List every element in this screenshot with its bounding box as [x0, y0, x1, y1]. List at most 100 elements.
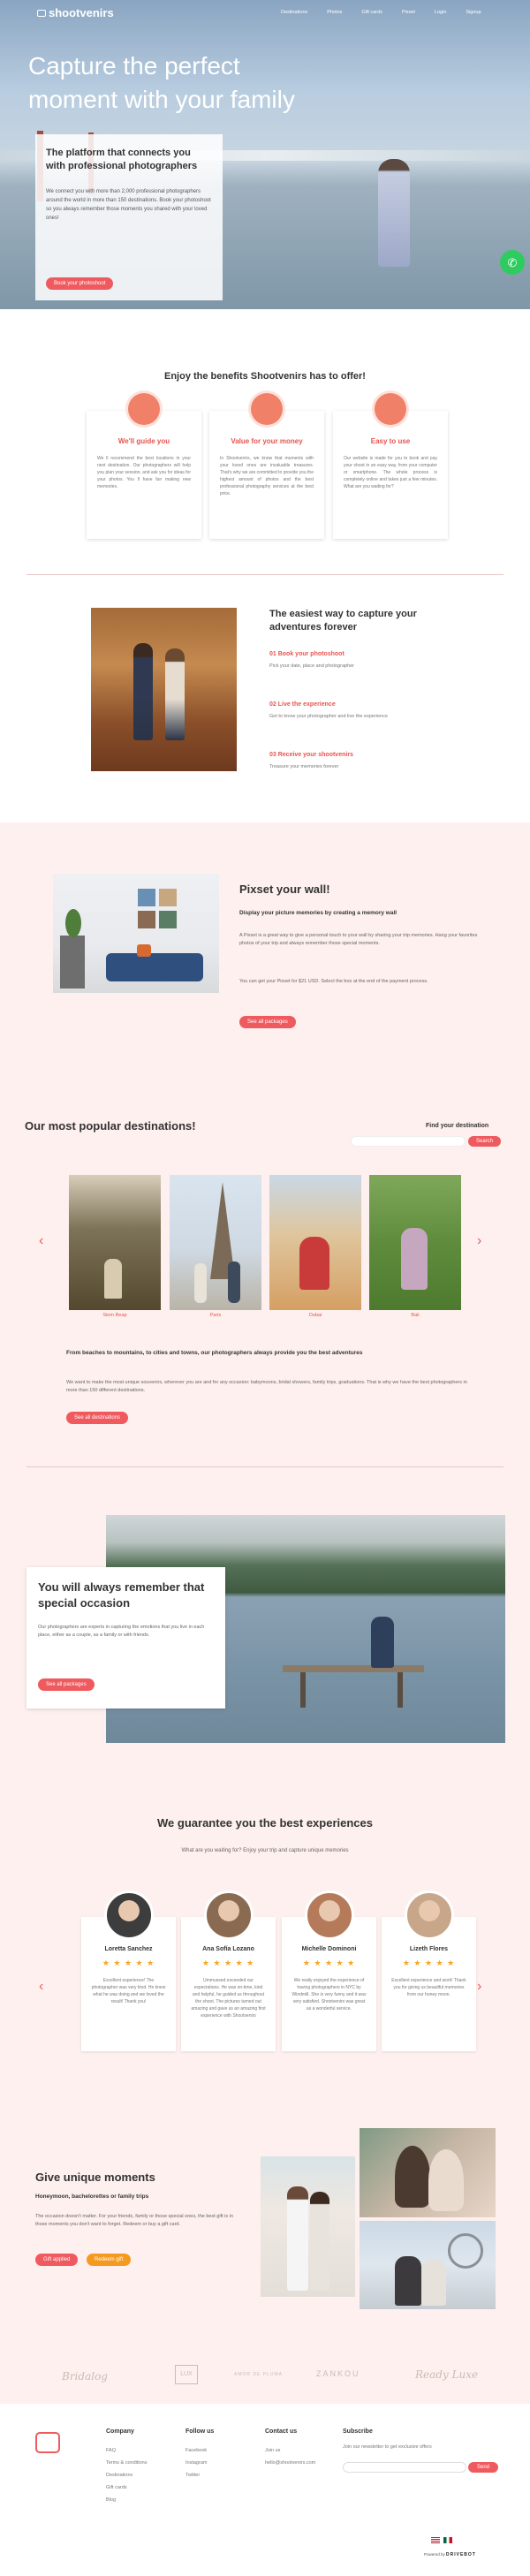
nav-links: Destinations Photos Gift cards Pixset Lo… — [281, 10, 481, 15]
review-text: We really enjoyed the experience of havi… — [292, 1978, 367, 2012]
reviews-next-icon[interactable]: › — [477, 1979, 481, 1995]
newsletter-send-button[interactable]: Send — [468, 2462, 499, 2473]
destination-label-bali[interactable]: Bali — [369, 1313, 461, 1318]
partner-logo-bridalog: Bridalog — [62, 2370, 108, 2383]
destination-search-input[interactable] — [351, 1136, 466, 1147]
hero-card: The platform that connects you with prof… — [35, 134, 223, 300]
nav-gift-cards[interactable]: Gift cards — [361, 10, 382, 15]
reviews-subtitle: What are you waiting for? Enjoy your tri… — [181, 1848, 349, 1853]
phone-icon: ✆ — [507, 255, 518, 269]
footer-follow-link[interactable]: Instagram — [186, 2457, 207, 2469]
newsletter-email-input[interactable] — [343, 2462, 466, 2473]
footer-company-link[interactable]: FAQ — [106, 2444, 147, 2457]
footer-logo-icon[interactable] — [35, 2432, 60, 2453]
whatsapp-button[interactable]: ✆ — [500, 250, 525, 275]
review-card: Michelle Dominoni ★ ★ ★ ★ ★ We really enjo… — [282, 1890, 376, 2051]
benefit-card-text: Our website is made for you to book and … — [344, 456, 437, 489]
occasion-section: You will always remember that special oc… — [0, 1467, 530, 1772]
destinations-section: Our most popular destinations! Find your… — [0, 1079, 530, 1467]
benefit-card: We'll guide you We ll recommend the best … — [87, 393, 201, 539]
gift-section: Give unique moments Honeymoon, bachelore… — [0, 2121, 530, 2351]
destination-card-siem-reap[interactable] — [69, 1175, 161, 1310]
top-nav: shootvenirs Destinations Photos Gift car… — [0, 0, 530, 25]
reviews-prev-icon[interactable]: ‹ — [39, 1979, 43, 1995]
footer-follow-link[interactable]: Facebook — [186, 2444, 207, 2457]
footer-company-link[interactable]: Destinations — [106, 2469, 147, 2481]
footer-contact-link[interactable]: Join us — [265, 2444, 315, 2457]
avatar — [204, 1890, 254, 1940]
nav-destinations[interactable]: Destinations — [281, 10, 307, 15]
footer-follow-title: Follow us — [186, 2428, 215, 2435]
see-all-destinations-button[interactable]: See all destinations — [66, 1412, 129, 1424]
destination-search-button[interactable]: Search — [468, 1136, 502, 1147]
wallet-icon — [251, 393, 283, 425]
benefit-card: Easy to use Our website is made for you t… — [333, 393, 448, 539]
reviewer-name: Loretta Sanchez — [104, 1946, 153, 1952]
benefits-section: Enjoy the benefits Shootvenirs has to of… — [0, 336, 530, 574]
phone-icon — [375, 393, 406, 425]
carousel-next-icon[interactable]: › — [477, 1233, 481, 1249]
gift-applied-button[interactable]: Gift applied — [35, 2254, 79, 2266]
destination-card-paris[interactable] — [170, 1175, 261, 1310]
review-text: Ummussed exceeded our expectations. He w… — [191, 1978, 266, 2019]
page: shootvenirs Destinations Photos Gift car… — [0, 0, 530, 2576]
gift-title: Give unique moments — [35, 2171, 155, 2184]
review-text: Excellent experience and work! Thank you… — [391, 1978, 466, 1997]
footer-subscribe-text: Join our newsletter to get exclusive off… — [343, 2444, 432, 2450]
rating-stars: ★ ★ ★ ★ ★ — [201, 1959, 255, 1967]
step-text: Get to know your photographer and live t… — [269, 714, 388, 719]
occasion-see-all-packages-button[interactable]: See all packages — [38, 1678, 95, 1691]
carousel-prev-icon[interactable]: ‹ — [39, 1233, 43, 1249]
pixset-text-1: A Pixset is a great way to give a person… — [239, 933, 478, 946]
benefit-card: Value for your money In Shootvenirs, we k… — [209, 393, 324, 539]
gift-photo-1 — [261, 2156, 355, 2297]
rating-stars: ★ ★ ★ ★ ★ — [402, 1959, 456, 1967]
see-all-packages-button[interactable]: See all packages — [239, 1016, 296, 1028]
footer: Company FAQ Terms & conditions Destination… — [0, 2404, 530, 2576]
book-photoshoot-button[interactable]: Book your photoshoot — [46, 277, 114, 290]
footer-company-link[interactable]: Blog — [106, 2494, 147, 2506]
step-text: Treasure your memories forever — [269, 764, 339, 769]
powered-by: Powered by DRIVEBOT — [424, 2552, 476, 2557]
footer-contact-title: Contact us — [265, 2428, 298, 2435]
nav-signup[interactable]: Signup — [466, 10, 481, 15]
footer-follow-link[interactable]: Twitter — [186, 2469, 207, 2481]
review-text: Excellent experience! The photographer w… — [91, 1978, 166, 2004]
footer-contact-link[interactable]: hello@shootvenirs.com — [265, 2457, 315, 2469]
gift-subtitle: Honeymoon, bachelorettes or family trips — [35, 2193, 149, 2200]
step-title: 03 Receive your shootvenirs — [269, 752, 353, 758]
logo[interactable]: shootvenirs — [37, 6, 114, 19]
review-card: Lizeth Flores ★ ★ ★ ★ ★ Excellent experien… — [382, 1890, 476, 2051]
gift-photo-2 — [360, 2128, 496, 2217]
language-flags[interactable] — [431, 2537, 452, 2543]
hero: shootvenirs Destinations Photos Gift car… — [0, 0, 530, 309]
destination-card-bali[interactable] — [369, 1175, 461, 1310]
pixset-subtitle: Display your picture memories by creatin… — [239, 910, 398, 916]
footer-company-link[interactable]: Terms & conditions — [106, 2457, 147, 2469]
steps-photo — [91, 608, 237, 771]
nav-pixset[interactable]: Pixset — [402, 10, 415, 15]
destination-label-dubai[interactable]: Dubai — [269, 1313, 361, 1318]
step-title: 01 Book your photoshoot — [269, 651, 344, 657]
rating-stars: ★ ★ ★ ★ ★ — [302, 1959, 356, 1967]
partner-logo-zankou: ZANKOU — [316, 2369, 360, 2378]
destination-label-paris[interactable]: Paris — [170, 1313, 261, 1318]
destination-card-dubai[interactable] — [269, 1175, 361, 1310]
occasion-title: You will always remember that special oc… — [38, 1580, 205, 1610]
benefit-card-text: In Shootvenirs, we know that moments wit… — [220, 456, 314, 496]
redeem-gift-button[interactable]: Redeem gift — [87, 2254, 132, 2266]
destination-label-siem-reap[interactable]: Siem Reap — [69, 1313, 161, 1318]
flag-mx-icon[interactable] — [443, 2537, 452, 2543]
footer-subscribe-title: Subscribe — [343, 2428, 373, 2435]
hero-card-text: We connect you with more than 2,000 prof… — [46, 189, 211, 221]
nav-photos[interactable]: Photos — [327, 10, 342, 15]
flag-us-icon[interactable] — [431, 2537, 440, 2543]
gift-text: The occasion doesn't matter. For your fr… — [35, 2214, 233, 2227]
avatar — [104, 1890, 154, 1940]
step-text: Pick your date, place and photographer — [269, 663, 355, 669]
footer-company-link[interactable]: Gift cards — [106, 2481, 147, 2494]
partner-logo-amor-de-pluma: AMOR DE PLUMA — [234, 2372, 283, 2377]
nav-login[interactable]: Login — [435, 10, 446, 15]
map-icon — [128, 393, 160, 425]
hero-card-title: The platform that connects you with prof… — [46, 148, 198, 171]
